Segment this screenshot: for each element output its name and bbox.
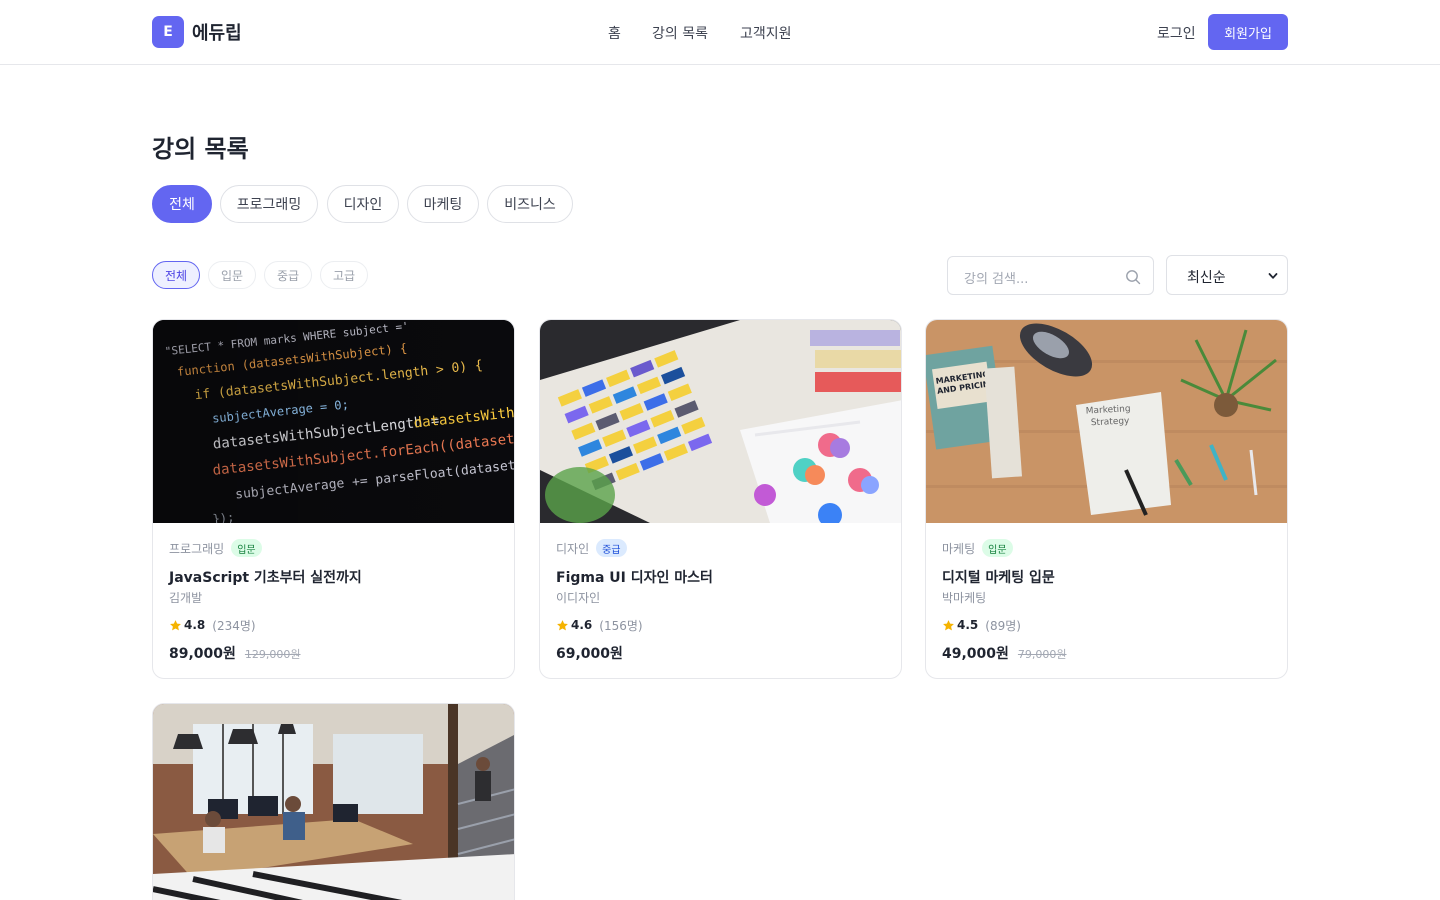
nav-home[interactable]: 홈 [608, 23, 621, 43]
brand-logo[interactable]: E 에듀립 [152, 16, 242, 48]
search-input[interactable]: 강의 검색... [947, 256, 1154, 295]
level-chip-intermediate[interactable]: 중급 [264, 261, 312, 289]
course-title[interactable]: Figma UI 디자인 마스터 [556, 567, 885, 586]
marketing-desk-image: MARKETING AND PRICING Marketing Strategy [926, 320, 1287, 523]
course-thumbnail [153, 704, 514, 900]
level-badge: 중급 [596, 539, 627, 557]
course-instructor: 박마케팅 [942, 591, 987, 605]
review-count: (234명) [212, 618, 256, 633]
star-icon [943, 619, 954, 630]
code-editor-image: "SELECT * FROM marks WHERE subject =' fu… [153, 320, 514, 523]
original-price: 129,000원 [244, 648, 301, 661]
star-icon [557, 619, 568, 630]
course-thumbnail: MARKETING AND PRICING Marketing Strategy [926, 320, 1287, 523]
svg-text:Strategy: Strategy [1091, 416, 1131, 428]
course-category: 프로그래밍 [169, 541, 225, 556]
top-header: E 에듀립 홈 강의 목록 고객지원 로그인 회원가입 [0, 0, 1440, 65]
rating-value: 4.5 [957, 618, 979, 632]
category-chip-marketing[interactable]: 마케팅 [407, 185, 479, 223]
level-chip-all[interactable]: 전체 [152, 261, 200, 289]
rating-value: 4.6 [571, 618, 593, 632]
office-workspace-image [153, 704, 514, 900]
course-price: 89,000원 [169, 646, 236, 662]
category-chip-business[interactable]: 비즈니스 [487, 185, 573, 223]
search-icon [1126, 270, 1141, 285]
sort-selected-value: 최신순 [1187, 270, 1226, 286]
course-card[interactable]: MARKETING AND PRICING Marketing Strategy… [925, 319, 1288, 679]
chevron-down-icon [1268, 273, 1278, 279]
course-card[interactable]: 디자인 중급 Figma UI 디자인 마스터 이디자인 4.6 (156명) … [539, 319, 902, 679]
original-price: 79,000원 [1017, 648, 1067, 661]
nav-course-list[interactable]: 강의 목록 [652, 23, 708, 43]
level-chip-advanced[interactable]: 고급 [320, 261, 368, 289]
brand-name: 에듀립 [192, 23, 242, 44]
course-thumbnail: "SELECT * FROM marks WHERE subject =' fu… [153, 320, 514, 523]
category-chip-design[interactable]: 디자인 [327, 185, 399, 223]
color-swatch-image [540, 320, 901, 523]
course-instructor: 김개발 [169, 591, 203, 605]
course-title[interactable]: 디지털 마케팅 입문 [942, 567, 1271, 586]
logo-badge: E [152, 16, 184, 48]
course-instructor: 이디자인 [556, 591, 601, 605]
login-link[interactable]: 로그인 [1157, 23, 1196, 43]
review-count: (156명) [599, 618, 643, 633]
level-badge: 입문 [982, 539, 1013, 557]
course-card[interactable] [152, 703, 515, 900]
course-price: 69,000원 [556, 646, 623, 662]
star-icon [170, 619, 181, 630]
level-badge: 입문 [231, 539, 262, 557]
category-chip-all[interactable]: 전체 [152, 185, 212, 223]
course-price: 49,000원 [942, 646, 1009, 662]
rating-value: 4.8 [184, 618, 206, 632]
signup-button[interactable]: 회원가입 [1208, 14, 1288, 50]
course-card[interactable]: "SELECT * FROM marks WHERE subject =' fu… [152, 319, 515, 679]
course-title[interactable]: JavaScript 기초부터 실전까지 [169, 567, 498, 586]
level-chip-beginner[interactable]: 입문 [208, 261, 256, 289]
review-count: (89명) [985, 618, 1021, 633]
page-title: 강의 목록 [152, 135, 249, 163]
nav-support[interactable]: 고객지원 [740, 23, 792, 43]
category-chip-programming[interactable]: 프로그래밍 [220, 185, 318, 223]
sort-select[interactable]: 최신순 [1166, 255, 1288, 295]
course-thumbnail [540, 320, 901, 523]
search-placeholder: 강의 검색... [964, 272, 1029, 287]
course-category: 마케팅 [942, 541, 976, 556]
course-category: 디자인 [556, 541, 590, 556]
